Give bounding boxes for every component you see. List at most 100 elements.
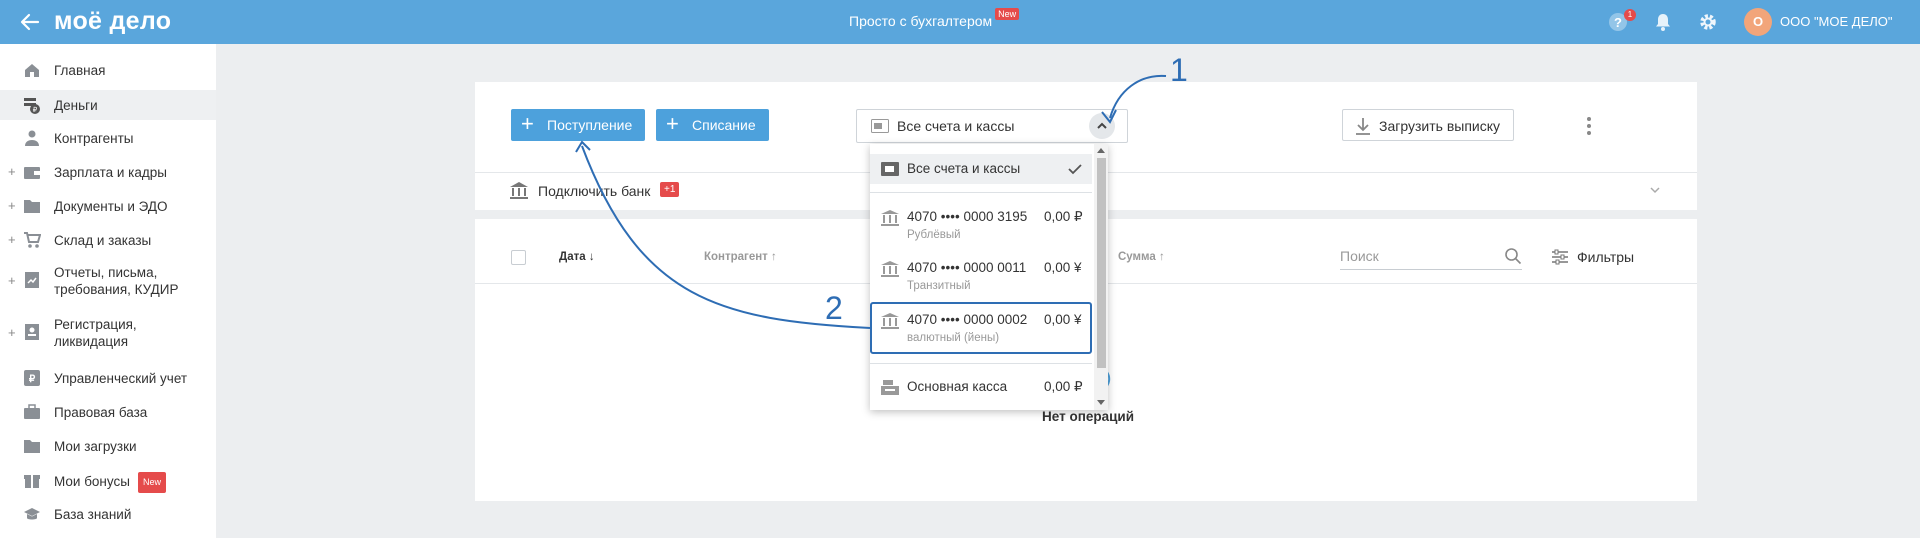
expand-icon[interactable]: + [8,273,16,288]
expand-icon[interactable]: + [8,198,16,213]
sidebar-item-label: Деньги [54,98,98,113]
graduation-cap-icon [24,508,40,520]
search-icon[interactable] [1504,247,1522,265]
connect-bank-label[interactable]: Подключить банк [538,183,650,199]
expand-icon[interactable]: + [8,232,16,247]
sidebar-item-management[interactable]: ₽ Управленческий учет [0,364,216,392]
sidebar-item-legal[interactable]: Правовая база [0,398,216,426]
scrollbar-thumb[interactable] [1097,158,1106,368]
account-number: 4070 •••• 0000 0002 [907,312,1028,327]
dropdown-option-account[interactable]: 4070 •••• 0000 0011 0,00 ¥ Транзитный [870,257,1092,301]
sidebar-item-label: Мои загрузки [54,439,137,454]
sidebar-item-label: Контрагенты [54,131,134,146]
bank-icon [881,261,899,277]
account-number: 4070 •••• 0000 3195 [907,209,1028,224]
expense-label: Списание [692,117,756,133]
company-name[interactable]: ООО "МОЕ ДЕЛО" [1780,14,1893,29]
account-amount: 0,00 ¥ [1044,260,1082,275]
promo-label: Просто с бухгалтером [849,13,993,29]
sidebar-item-salary[interactable]: + Зарплата и кадры [0,158,216,186]
sidebar-item-label: Зарплата и кадры [54,165,167,180]
more-menu-icon[interactable] [1586,116,1592,136]
sidebar-item-knowledge[interactable]: База знаний [0,500,216,528]
new-badge: New [995,8,1020,20]
upload-statement-button[interactable]: Загрузить выписку [1342,109,1514,141]
sidebar-item-reports[interactable]: + Отчеты, письма, требования, КУДИР [0,260,216,300]
column-date[interactable]: Дата ↓ [559,251,595,263]
column-amount-label: Сумма [1118,251,1156,263]
account-number: 4070 •••• 0000 0011 [907,260,1027,275]
filters-label: Фильтры [1577,249,1635,265]
sidebar-item-warehouse[interactable]: + Склад и заказы [0,226,216,254]
empty-state-text: Нет операций [1042,409,1135,424]
bank-icon [881,210,899,226]
svg-text:₽: ₽ [33,106,38,114]
column-amount[interactable]: Сумма ↑ [1118,251,1165,263]
svg-text:₽: ₽ [29,374,36,385]
dropdown-option-account-highlighted[interactable]: 4070 •••• 0000 0002 0,00 ¥ валютный (йен… [870,302,1092,354]
avatar[interactable]: О [1744,8,1772,36]
help-count-badge: 1 [1624,9,1636,21]
gift-icon [24,475,40,488]
sidebar-item-documents[interactable]: + Документы и ЭДО [0,192,216,220]
bell-icon[interactable] [1652,11,1674,33]
annotation-number-two: 2 [825,290,843,326]
chevron-down-icon[interactable] [1648,183,1662,197]
cash-label: Основная касса [907,379,1008,394]
sidebar-item-label: Главная [54,63,106,78]
expand-icon[interactable]: + [8,325,16,340]
divider [870,192,1092,193]
dropdown-scrollbar[interactable] [1094,144,1108,410]
column-contractor-label: Контрагент [704,251,768,263]
chevron-up-icon[interactable] [1089,113,1115,139]
annotation-number-one: 1 [1170,52,1188,88]
bank-icon [881,313,899,329]
sidebar-item-contractors[interactable]: Контрагенты [0,124,216,152]
expand-icon[interactable]: + [8,164,16,179]
gear-icon[interactable] [1697,11,1719,33]
column-contractor[interactable]: Контрагент ↑ [704,251,777,263]
sidebar-item-label: База знаний [54,507,132,522]
sidebar-item-home[interactable]: Главная [0,56,216,84]
bank-icon [510,182,528,199]
wallet-icon [24,167,40,179]
scroll-up-icon[interactable] [1097,147,1105,153]
sidebar-item-downloads[interactable]: Мои загрузки [0,432,216,460]
sidebar-item-bonuses[interactable]: Мои бонусы New [0,466,216,494]
sidebar-item-registration[interactable]: + Регистрация, ликвидация [0,312,216,352]
logo[interactable]: моё дело [54,7,171,36]
select-all-checkbox[interactable] [511,250,526,265]
plus-icon: + [521,111,534,136]
account-type: Транзитный [907,280,971,292]
money-icon: ₽ [24,98,40,114]
expense-button[interactable]: + Списание [656,109,769,141]
svg-text:?: ? [1614,15,1622,30]
back-arrow-icon[interactable] [18,10,42,34]
dropdown-option-cash[interactable]: Основная касса 0,00 ₽ [870,372,1092,402]
account-select[interactable]: Все счета и кассы [856,109,1128,143]
income-button[interactable]: + Поступление [511,109,645,141]
account-dropdown: Все счета и кассы 4070 •••• 0000 3195 0,… [870,144,1108,410]
report-icon [25,272,39,288]
sidebar-item-text: Мои бонусы [54,474,130,490]
briefcase-icon [24,404,40,419]
promo-link[interactable]: Просто с бухгалтером New [849,8,1020,29]
account-amount: 0,00 ₽ [1044,209,1083,224]
account-type: валютный (йены) [907,332,1000,344]
account-amount: 0,00 ¥ [1044,312,1082,327]
account-select-label: Все счета и кассы [897,118,1015,134]
top-bar: моё дело Просто с бухгалтером New ? 1 О О… [0,0,1920,44]
sidebar-item-label: Склад и заказы [54,233,152,248]
download-icon [1356,118,1370,135]
sidebar-item-label: Регистрация, ликвидация [54,317,137,349]
income-label: Поступление [547,117,633,133]
sidebar-item-money[interactable]: ₽ Деньги [0,90,216,120]
scroll-down-icon[interactable] [1097,400,1105,406]
dropdown-option-all[interactable]: Все счета и кассы [870,154,1092,184]
wallet-icon [881,162,899,176]
upload-statement-label: Загрузить выписку [1379,118,1500,134]
checkmark-icon [1068,164,1082,175]
dropdown-option-account[interactable]: 4070 •••• 0000 3195 0,00 ₽ Рублёвый [870,206,1092,250]
search-input[interactable]: Поиск [1340,244,1522,270]
home-icon [25,64,39,77]
